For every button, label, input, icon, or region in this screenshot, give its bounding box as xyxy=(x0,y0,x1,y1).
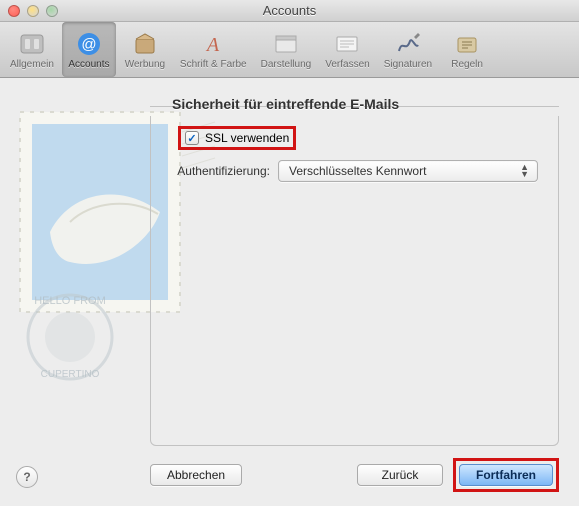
preferences-toolbar: Allgemein @ Accounts Werbung A Schrift &… xyxy=(0,22,579,78)
button-bar: Abbrechen Zurück Fortfahren xyxy=(150,458,559,492)
cancel-button[interactable]: Abbrechen xyxy=(150,464,242,486)
junk-icon xyxy=(130,30,160,58)
select-arrows-icon: ▲▼ xyxy=(520,164,529,178)
toolbar-label: Werbung xyxy=(125,59,165,70)
svg-text:CUPERTINO: CUPERTINO xyxy=(41,369,100,380)
svg-text:A: A xyxy=(205,34,220,56)
continue-button[interactable]: Fortfahren xyxy=(459,464,553,486)
toolbar-label: Accounts xyxy=(68,59,109,70)
back-button[interactable]: Zurück xyxy=(357,464,443,486)
font-icon: A xyxy=(198,30,228,58)
content-area: HELLO FROM CUPERTINO Sicherheit für eint… xyxy=(0,78,579,506)
section-title: Sicherheit für eintreffende E-Mails xyxy=(172,96,559,112)
continue-highlight: Fortfahren xyxy=(453,458,559,492)
toolbar-item-regeln[interactable]: Regeln xyxy=(440,22,494,77)
toolbar-item-allgemein[interactable]: Allgemein xyxy=(4,22,60,77)
at-icon: @ xyxy=(74,30,104,58)
toolbar-label: Regeln xyxy=(451,59,483,70)
toolbar-label: Signaturen xyxy=(384,59,432,70)
auth-select[interactable]: Verschlüsseltes Kennwort ▲▼ xyxy=(278,160,538,182)
help-label: ? xyxy=(23,470,30,484)
switch-icon xyxy=(17,30,47,58)
continue-label: Fortfahren xyxy=(476,468,536,482)
toolbar-label: Allgemein xyxy=(10,59,54,70)
back-label: Zurück xyxy=(382,468,419,482)
compose-icon xyxy=(332,30,362,58)
toolbar-label: Schrift & Farbe xyxy=(180,59,247,70)
cancel-label: Abbrechen xyxy=(167,468,225,482)
toolbar-label: Darstellung xyxy=(261,59,312,70)
toolbar-item-verfassen[interactable]: Verfassen xyxy=(319,22,375,77)
help-button[interactable]: ? xyxy=(16,466,38,488)
ssl-highlight: ✓ SSL verwenden xyxy=(178,126,296,150)
ssl-label: SSL verwenden xyxy=(205,131,289,145)
toolbar-label: Verfassen xyxy=(325,59,369,70)
settings-panel: Sicherheit für eintreffende E-Mails ✓ SS… xyxy=(150,90,559,446)
rules-icon xyxy=(452,30,482,58)
toolbar-item-werbung[interactable]: Werbung xyxy=(118,22,172,77)
window-title: Accounts xyxy=(0,3,579,18)
svg-text:@: @ xyxy=(81,36,96,53)
auth-value: Verschlüsseltes Kennwort xyxy=(289,164,426,178)
toolbar-item-darstellung[interactable]: Darstellung xyxy=(255,22,318,77)
ssl-checkbox[interactable]: ✓ xyxy=(185,131,199,145)
toolbar-item-signaturen[interactable]: Signaturen xyxy=(378,22,438,77)
auth-label: Authentifizierung: xyxy=(150,164,270,178)
svg-text:HELLO FROM: HELLO FROM xyxy=(34,295,106,307)
viewing-icon xyxy=(271,30,301,58)
toolbar-item-accounts[interactable]: @ Accounts xyxy=(62,22,116,77)
signature-icon xyxy=(393,30,423,58)
toolbar-item-schrift-farbe[interactable]: A Schrift & Farbe xyxy=(174,22,253,77)
title-bar: Accounts xyxy=(0,0,579,22)
ssl-checkbox-row[interactable]: ✓ SSL verwenden xyxy=(181,129,293,147)
